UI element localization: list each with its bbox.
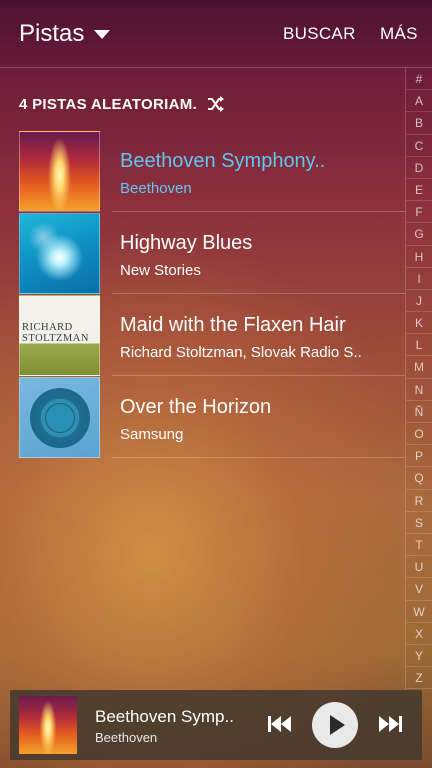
alphabet-index-letter[interactable]: Q (406, 467, 432, 490)
alphabet-index-letter[interactable]: F (406, 201, 432, 224)
player-track-title: Beethoven Symp.. (95, 707, 234, 726)
mini-player[interactable]: Beethoven Symp.. Beethoven (10, 690, 422, 760)
alphabet-index-letter[interactable]: G (406, 223, 432, 246)
track-item[interactable]: Over the Horizon Samsung (0, 376, 405, 458)
player-track-artist: Beethoven (95, 730, 158, 745)
album-art (19, 377, 100, 458)
track-title: Highway Blues (120, 232, 253, 254)
alphabet-index-letter[interactable]: C (406, 135, 432, 157)
alphabet-index-letter[interactable]: B (406, 112, 432, 135)
shuffle-label: 4 PISTAS ALEATORIAM. (19, 95, 197, 113)
alphabet-index-letter[interactable]: D (406, 157, 432, 179)
previous-button[interactable] (268, 715, 292, 738)
alphabet-index-letter[interactable]: T (406, 534, 432, 557)
alphabet-index-letter[interactable]: I (406, 268, 432, 290)
alphabet-index-letter[interactable]: Y (406, 645, 432, 668)
alphabet-index-letter[interactable]: J (406, 290, 432, 313)
track-artist: Richard Stoltzman, Slovak Radio S.. (120, 344, 362, 361)
divider (112, 457, 405, 458)
track-item[interactable]: Beethoven Symphony.. Beethoven (0, 130, 405, 212)
alphabet-index-letter[interactable]: L (406, 334, 432, 357)
alphabet-index-letter[interactable]: R (406, 490, 432, 512)
previous-icon (268, 716, 291, 732)
track-list: Beethoven Symphony.. Beethoven Highway B… (0, 130, 405, 458)
alphabet-index-letter[interactable]: P (406, 445, 432, 468)
alphabet-index-letter[interactable]: Ñ (406, 401, 432, 423)
alphabet-index-letter[interactable]: H (406, 246, 432, 268)
alphabet-index-letter[interactable]: E (406, 179, 432, 202)
alphabet-index-letter[interactable]: K (406, 312, 432, 335)
track-artist: Beethoven (120, 180, 192, 197)
alphabet-index[interactable]: # A B C D E F G H I J K L M N Ñ O P Q R S T U V W X Y Z (405, 68, 432, 690)
alphabet-index-letter[interactable]: N (406, 379, 432, 401)
album-art-text: RICHARD STOLTZMAN (22, 322, 89, 344)
alphabet-index-letter[interactable]: W (406, 601, 432, 623)
shuffle-all-button[interactable]: 4 PISTAS ALEATORIAM. (19, 94, 225, 114)
next-button[interactable] (378, 715, 402, 738)
album-art (19, 131, 100, 212)
track-item[interactable]: RICHARD STOLTZMAN Maid with the Flaxen H… (0, 294, 405, 376)
vinyl-label-image (45, 403, 75, 433)
alphabet-index-letter[interactable]: X (406, 623, 432, 645)
player-album-art[interactable] (19, 696, 77, 754)
alphabet-index-letter[interactable]: Z (406, 667, 432, 690)
alphabet-index-letter[interactable]: S (406, 512, 432, 534)
top-bar: Pistas BUSCAR MÁS (0, 0, 432, 68)
alphabet-index-letter[interactable]: # (406, 68, 432, 91)
alphabet-index-letter[interactable]: O (406, 423, 432, 446)
search-button[interactable]: BUSCAR (283, 24, 356, 44)
view-selector-label: Pistas (19, 20, 85, 47)
track-title: Maid with the Flaxen Hair (120, 314, 346, 336)
track-artist: New Stories (120, 262, 201, 279)
shuffle-icon (207, 96, 224, 112)
track-artist: Samsung (120, 426, 184, 443)
alphabet-index-letter[interactable]: U (406, 556, 432, 579)
alphabet-index-letter[interactable]: A (406, 90, 432, 113)
album-art (19, 213, 100, 294)
caret-down-icon (94, 29, 111, 39)
track-item[interactable]: Highway Blues New Stories (0, 212, 405, 294)
alphabet-index-letter[interactable]: V (406, 578, 432, 601)
view-selector-dropdown[interactable]: Pistas (19, 18, 111, 50)
alphabet-index-letter[interactable]: M (406, 356, 432, 379)
play-icon (330, 715, 345, 735)
next-icon (379, 716, 402, 732)
play-button[interactable] (312, 702, 358, 748)
track-title: Beethoven Symphony.. (120, 150, 326, 172)
more-button[interactable]: MÁS (380, 24, 418, 44)
track-title: Over the Horizon (120, 396, 272, 418)
album-art: RICHARD STOLTZMAN (19, 295, 100, 376)
